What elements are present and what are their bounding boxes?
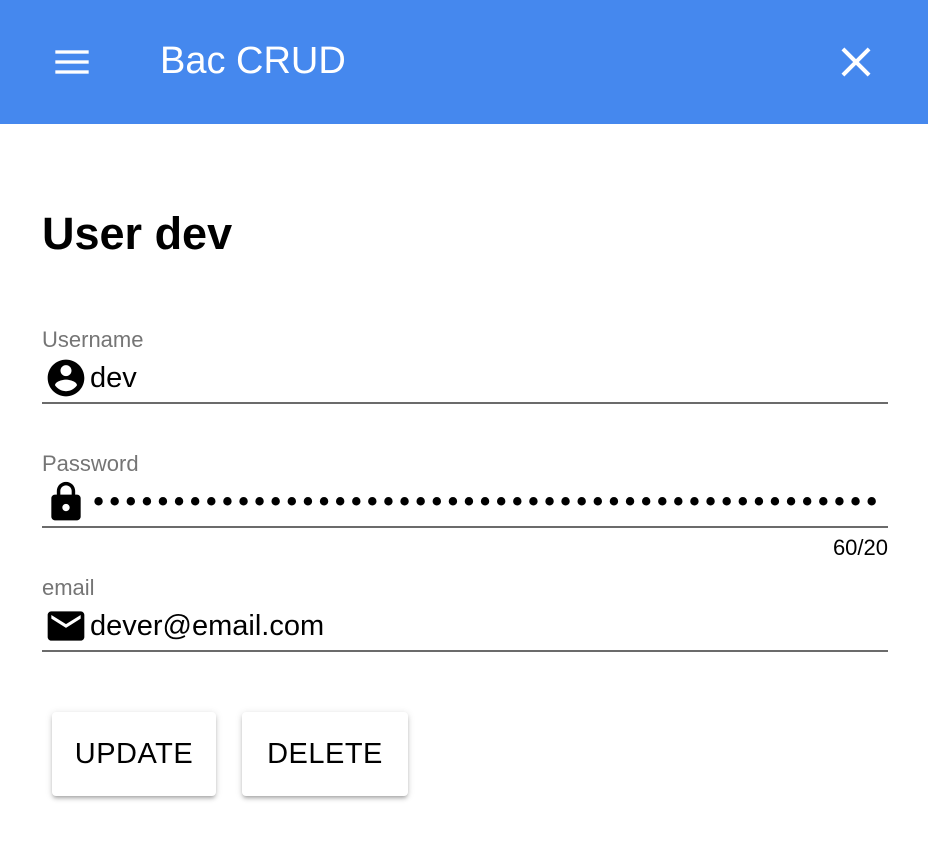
username-label: Username xyxy=(42,327,144,352)
app-root: Bac CRUD User dev Username Password xyxy=(0,0,928,842)
mail-icon xyxy=(44,604,88,648)
email-field-row xyxy=(42,604,888,652)
app-title: Bac CRUD xyxy=(160,40,346,82)
password-input[interactable]: ••••••••••••••••••••••••••••••••••••••••… xyxy=(90,480,880,524)
app-toolbar: Bac CRUD xyxy=(0,0,928,124)
lock-icon xyxy=(44,480,88,524)
menu-icon xyxy=(55,50,89,74)
username-input[interactable] xyxy=(90,356,880,400)
password-field-row[interactable]: ••••••••••••••••••••••••••••••••••••••••… xyxy=(42,480,888,528)
email-label: email xyxy=(42,575,95,600)
menu-button[interactable] xyxy=(40,30,104,94)
username-field-row xyxy=(42,356,888,404)
delete-button[interactable]: DELETE xyxy=(242,712,408,796)
close-button[interactable] xyxy=(824,30,888,94)
account-circle-icon xyxy=(44,356,88,400)
password-char-counter: 60/20 xyxy=(832,535,888,560)
password-label: Password xyxy=(42,451,139,476)
close-icon xyxy=(841,47,871,77)
page-title: User dev xyxy=(42,208,233,259)
update-button[interactable]: UPDATE xyxy=(52,712,216,796)
email-input[interactable] xyxy=(90,604,880,648)
